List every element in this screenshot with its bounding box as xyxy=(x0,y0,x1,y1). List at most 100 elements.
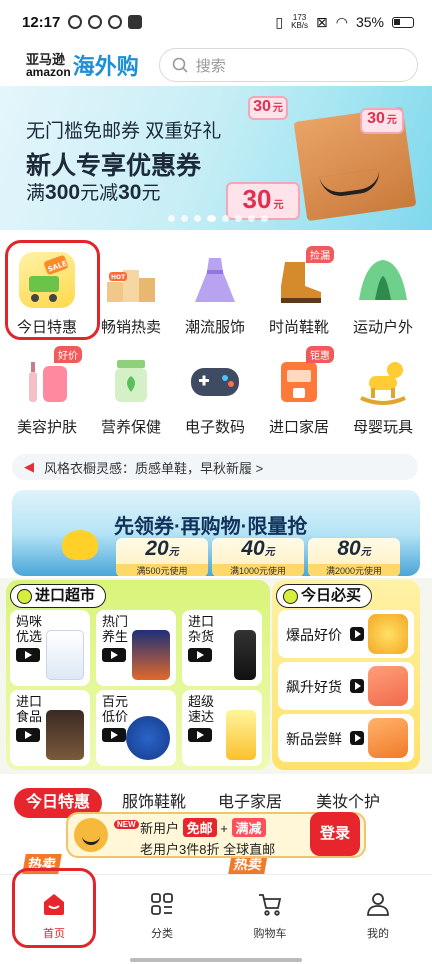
category-badge: 好价 xyxy=(54,346,82,363)
category-label: 进口家居 xyxy=(268,419,329,436)
app-header: 亚马逊 amazon 海外购 搜索 xyxy=(0,44,432,86)
category-electronics[interactable]: 电子数码 xyxy=(172,352,258,437)
coupon-tag: 30 元 xyxy=(248,96,288,120)
promo-line1: 新用户 免邮 + 满减 xyxy=(140,818,266,837)
category-badge: 钜惠 xyxy=(306,346,334,363)
battery-icon xyxy=(392,16,414,28)
profile-icon xyxy=(365,891,391,917)
carousel-dot xyxy=(222,215,229,222)
coupon-card[interactable]: 40元 满1000元使用 xyxy=(212,538,304,576)
notification-icon xyxy=(88,15,103,29)
banner-line3: 满300元减30元 xyxy=(26,181,161,204)
import-tile-express[interactable]: 超级 速达 xyxy=(182,690,262,766)
search-input[interactable]: 搜索 xyxy=(158,48,418,82)
notification-icon xyxy=(68,15,83,29)
carousel-dot xyxy=(207,215,216,222)
must-buy-new-arrivals[interactable]: 新品尝鲜 xyxy=(278,714,414,762)
must-buy-hot-deals[interactable]: 爆品好价 xyxy=(278,610,414,658)
import-tile-food[interactable]: 进口 食品 xyxy=(10,690,90,766)
no-sim-icon: ⊠ xyxy=(316,13,328,30)
import-tile-health[interactable]: 热门 养生 xyxy=(96,610,176,686)
sunscreen-image xyxy=(226,710,256,760)
import-tile-mom[interactable]: 妈咪 优选 xyxy=(10,610,90,686)
carousel-dot xyxy=(194,215,201,222)
import-tile-lowprice[interactable]: 百元 低价 xyxy=(96,690,176,766)
coupon-condition: 满500元使用 xyxy=(116,564,208,576)
battery-level: 35% xyxy=(355,14,384,30)
category-label: 营养保健 xyxy=(100,419,161,436)
play-icon xyxy=(16,648,40,662)
category-home[interactable]: 钜惠 进口家居 xyxy=(256,346,342,437)
style-inspiration-ticker[interactable]: ◀ 风格衣橱灵感：质感单鞋，早秋新履 > xyxy=(12,454,418,480)
supplement-bottle-image xyxy=(132,630,170,680)
coupon-condition: 满1000元使用 xyxy=(212,564,304,576)
carousel-dot xyxy=(168,215,175,222)
coupon-promo-banner[interactable]: 先领券·再购物·限量抢 20元 满500元使用 40元 满1000元使用 80元… xyxy=(12,490,420,576)
category-baby-toys[interactable]: 母婴玩具 xyxy=(340,352,426,437)
import-market-title[interactable]: 进口超市 xyxy=(10,584,107,608)
category-label: 电子数码 xyxy=(184,419,245,436)
search-icon xyxy=(172,57,188,73)
logo-cn: 亚马逊 xyxy=(26,51,66,67)
status-time: 12:17 xyxy=(22,13,61,31)
carousel-dot xyxy=(248,215,255,222)
rocking-horse-icon xyxy=(355,352,411,408)
must-buy-trending[interactable]: 飙升好货 xyxy=(278,662,414,710)
category-shoes[interactable]: 捡漏 时尚鞋靴 xyxy=(256,246,342,337)
highlight-box xyxy=(12,868,96,948)
category-fashion[interactable]: 潮流服饰 xyxy=(172,252,258,337)
play-icon xyxy=(350,731,364,745)
must-buy-title[interactable]: 今日必买 xyxy=(276,584,373,608)
promo-line2: 老用户3件8折 全球直邮 xyxy=(140,842,276,857)
duck-illustration xyxy=(62,530,98,560)
play-icon xyxy=(16,728,40,742)
coupon-condition: 满2000元使用 xyxy=(308,564,400,576)
import-tile-goods[interactable]: 进口 杂货 xyxy=(182,610,262,686)
logo-brand: 海外购 xyxy=(72,54,139,79)
dress-icon xyxy=(187,252,243,308)
promo-title: 先领券·再购物·限量抢 xyxy=(114,516,308,538)
tab-cart[interactable]: 购物车 xyxy=(230,885,310,941)
net-speed: 173 KB/s xyxy=(291,13,309,30)
category-beauty[interactable]: 好价 美容护肤 xyxy=(4,346,90,437)
coffee-can-image xyxy=(46,710,84,760)
coupon-tag: 30 元 xyxy=(360,108,404,134)
amazon-global-logo: 亚马逊 amazon 海外购 xyxy=(26,49,139,81)
category-label: 母婴玩具 xyxy=(352,419,413,436)
category-badge: 捡漏 xyxy=(306,246,334,263)
tab-profile[interactable]: 我的 xyxy=(338,885,418,941)
category-outdoor[interactable]: 运动户外 xyxy=(340,252,426,337)
cart-icon xyxy=(257,891,283,917)
play-icon xyxy=(102,728,126,742)
category-label: 运动户外 xyxy=(352,319,413,336)
featured-sections: 进口超市 妈咪优选 热门养生 进口杂货 进口食品 百元低价 超级速达 xyxy=(0,578,432,774)
products-image xyxy=(368,666,408,706)
today-must-buy-panel: 今日必买 爆品好价 飙升好货 新品尝鲜 xyxy=(272,580,420,770)
banner-line1: 无门槛免邮券 双重好礼 xyxy=(26,121,222,142)
status-bar: 12:17 ▯ 173 KB/s ⊠ ◠ 35% xyxy=(0,0,432,44)
carousel-dot xyxy=(235,215,242,222)
vibrate-icon: ▯ xyxy=(275,13,284,30)
category-icon xyxy=(149,891,175,917)
play-icon xyxy=(188,728,212,742)
highlight-box xyxy=(5,240,100,340)
notification-icon xyxy=(128,15,143,29)
category-label: 时尚鞋靴 xyxy=(268,319,329,336)
login-button[interactable]: 登录 xyxy=(310,812,360,856)
category-bestsellers[interactable]: HOT 畅销热卖 xyxy=(88,252,174,337)
category-nutrition[interactable]: 营养保健 xyxy=(88,352,174,437)
formula-can-image xyxy=(46,630,84,680)
play-icon xyxy=(350,627,364,641)
tab-category[interactable]: 分类 xyxy=(122,885,202,941)
cream-tin-image xyxy=(126,716,170,760)
coupon-card[interactable]: 20元 满500元使用 xyxy=(116,538,208,576)
banner-title: 新人专享优惠券 xyxy=(26,152,202,180)
carousel-dot xyxy=(261,215,268,222)
play-icon xyxy=(102,648,126,662)
logo-en: amazon xyxy=(26,64,71,79)
coupon-card[interactable]: 80元 满2000元使用 xyxy=(308,538,400,576)
hero-banner[interactable]: 无门槛免邮券 双重好礼 新人专享优惠券 满300元减30元 30 元 30 元 30… xyxy=(0,86,432,230)
category-label: 畅销热卖 xyxy=(100,319,161,336)
supplement-icon xyxy=(103,352,159,408)
gesture-bar xyxy=(130,958,302,962)
